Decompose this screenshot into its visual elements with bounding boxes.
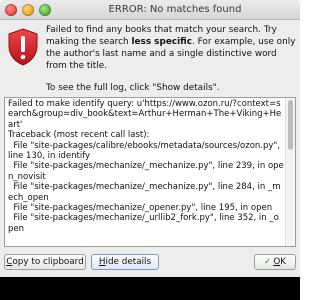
hide-label-mnemonic: H [98, 257, 106, 267]
copy-to-clipboard-button[interactable]: Copy to clipboard [4, 254, 86, 270]
error-shield-icon [8, 28, 38, 66]
copy-label-post: opy to clipboard [12, 257, 84, 267]
details-log-area[interactable]: Failed to make identify query: u'https:/… [4, 97, 296, 247]
traceback-text[interactable]: Failed to make identify query: u'https:/… [8, 99, 284, 234]
message-text-bold: less specific [131, 37, 192, 47]
zoom-window-button[interactable] [39, 4, 51, 16]
log-hint-text: To see the full log, click "Show details… [46, 83, 220, 93]
hide-label-post: ide details [105, 257, 152, 267]
details-scrollbar[interactable] [285, 98, 295, 246]
title-bar: ERROR: No matches found [0, 0, 300, 20]
error-message: Failed to find any books that match your… [46, 24, 296, 94]
scrollbar-thumb[interactable] [288, 100, 293, 150]
screen-bottom-bar [0, 277, 300, 300]
hide-details-button[interactable]: Hide details [91, 254, 159, 270]
check-icon: ✓ [263, 257, 272, 267]
minimize-window-button[interactable] [22, 4, 34, 16]
ok-label-post: K [280, 257, 287, 267]
error-message-text: Failed to find any books that match your… [46, 24, 296, 72]
ok-button[interactable]: ✓ OK [254, 254, 296, 270]
close-window-button[interactable] [5, 4, 17, 16]
window-title: ERROR: No matches found [108, 4, 242, 15]
error-dialog: ERROR: No matches found Failed to find a… [0, 0, 300, 277]
